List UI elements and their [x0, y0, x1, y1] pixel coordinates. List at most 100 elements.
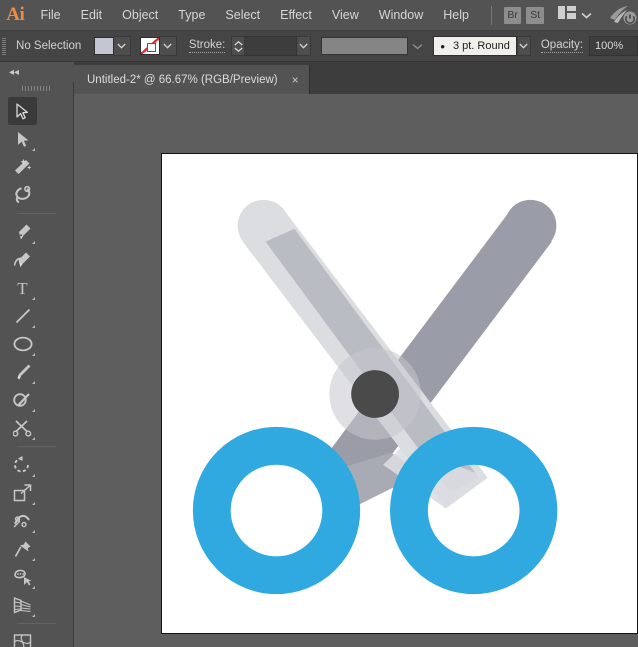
brush-dot-icon: •: [440, 40, 445, 53]
rotate-icon: [13, 456, 32, 474]
control-bar-grip[interactable]: [0, 31, 8, 62]
brush-definition-dropdown-arrow[interactable]: [517, 36, 531, 56]
close-icon[interactable]: ×: [292, 74, 299, 86]
magic-wand-icon: [13, 158, 32, 176]
scissors-artwork[interactable]: [162, 154, 637, 633]
tools-panel-grip[interactable]: [0, 82, 73, 95]
tool-flyout-indicator[interactable]: [32, 325, 35, 328]
line-segment-tool[interactable]: [8, 302, 37, 330]
bridge-button[interactable]: Br: [504, 7, 522, 24]
brush-definition-field[interactable]: • 3 pt. Round: [433, 36, 516, 56]
shape-builder-tool[interactable]: [8, 563, 37, 591]
fill-color-control[interactable]: [94, 36, 131, 56]
width-icon: [13, 512, 32, 530]
illustrator-window: Ai File Edit Object Type Select Effect V…: [0, 0, 638, 647]
curvature-pen-icon: [13, 251, 32, 269]
brush-definition-value: 3 pt. Round: [453, 40, 510, 52]
document-tab[interactable]: Untitled-2* @ 66.67% (RGB/Preview) ×: [74, 65, 310, 94]
shape-builder-icon: [13, 568, 33, 586]
fill-swatch[interactable]: [94, 37, 114, 55]
tool-flyout-indicator[interactable]: [32, 437, 35, 440]
menu-object[interactable]: Object: [112, 0, 168, 31]
stroke-weight-label[interactable]: Stroke:: [189, 39, 225, 53]
perspective-grid-icon: [13, 596, 32, 614]
stroke-weight-dropdown-arrow[interactable]: [297, 36, 311, 56]
lasso-tool[interactable]: [8, 181, 37, 209]
type-tool[interactable]: T: [8, 274, 37, 302]
tool-divider: [17, 623, 56, 624]
tool-flyout-indicator[interactable]: [32, 614, 35, 617]
menu-type[interactable]: Type: [168, 0, 215, 31]
shaper-tool[interactable]: [8, 386, 37, 414]
selection-tool[interactable]: [8, 97, 37, 125]
line-icon: [14, 307, 32, 325]
tool-flyout-indicator[interactable]: [32, 409, 35, 412]
menu-help[interactable]: Help: [433, 0, 479, 31]
scale-icon: [13, 484, 32, 502]
ellipse-icon: [13, 336, 33, 352]
tool-flyout-indicator[interactable]: [32, 353, 35, 356]
svg-text:T: T: [17, 279, 28, 297]
creative-cloud-button[interactable]: [608, 4, 638, 26]
variable-width-profile-arrow[interactable]: [412, 37, 423, 55]
scale-tool[interactable]: [8, 479, 37, 507]
lasso-icon: [13, 186, 32, 204]
scissors-tool[interactable]: [8, 414, 37, 442]
type-t-icon: T: [14, 279, 31, 297]
stroke-weight-input[interactable]: [245, 36, 297, 56]
left-handle-ring[interactable]: [212, 446, 341, 575]
shaper-icon: [13, 391, 32, 409]
menu-view[interactable]: View: [322, 0, 369, 31]
stroke-color-control[interactable]: [140, 36, 177, 56]
tool-flyout-indicator[interactable]: [32, 586, 35, 589]
pivot-screw[interactable]: [351, 370, 399, 418]
selection-status-label: No Selection: [16, 40, 90, 52]
tools-grid: T: [0, 95, 73, 647]
rotate-tool[interactable]: [8, 451, 37, 479]
pen-tool[interactable]: [8, 218, 37, 246]
menu-window[interactable]: Window: [369, 0, 433, 31]
stroke-weight-stepper[interactable]: [231, 36, 245, 56]
tool-flyout-indicator[interactable]: [32, 148, 35, 151]
tool-divider: [17, 446, 56, 447]
direct-selection-tool[interactable]: [8, 125, 37, 153]
opacity-input[interactable]: 100%: [589, 36, 638, 56]
tool-flyout-indicator[interactable]: [32, 241, 35, 244]
tool-flyout-indicator[interactable]: [32, 558, 35, 561]
fill-dropdown-arrow[interactable]: [114, 36, 131, 56]
opacity-label[interactable]: Opacity:: [541, 39, 583, 53]
panel-collapse-button[interactable]: ◂◂: [0, 62, 74, 82]
ellipse-tool[interactable]: [8, 330, 37, 358]
menu-edit[interactable]: Edit: [71, 0, 113, 31]
workspace-switcher[interactable]: [558, 6, 592, 24]
menu-effect[interactable]: Effect: [270, 0, 322, 31]
variable-width-profile-field[interactable]: [321, 37, 408, 55]
artboard[interactable]: [161, 153, 638, 634]
pen-nib-icon: [14, 223, 32, 241]
width-tool[interactable]: [8, 507, 37, 535]
tool-flyout-indicator[interactable]: [32, 474, 35, 477]
stock-button[interactable]: St: [526, 7, 544, 24]
tool-flyout-indicator[interactable]: [32, 530, 35, 533]
selection-arrow-icon: [15, 103, 30, 120]
chevron-down-icon: [581, 6, 592, 24]
menu-file[interactable]: File: [30, 0, 70, 31]
magic-wand-tool[interactable]: [8, 153, 37, 181]
tool-flyout-indicator[interactable]: [32, 297, 35, 300]
pushpin-icon: [14, 540, 32, 558]
stroke-swatch-none[interactable]: [140, 37, 160, 55]
mesh-tool[interactable]: [8, 628, 37, 647]
perspective-grid-tool[interactable]: [8, 591, 37, 619]
document-tab-title: Untitled-2* @ 66.67% (RGB/Preview): [87, 74, 278, 86]
tool-divider: [17, 213, 56, 214]
canvas-workspace[interactable]: [74, 94, 638, 647]
menu-select[interactable]: Select: [215, 0, 270, 31]
free-transform-tool[interactable]: [8, 535, 37, 563]
tool-flyout-indicator[interactable]: [32, 381, 35, 384]
tool-flyout-indicator[interactable]: [32, 502, 35, 505]
stroke-dropdown-arrow[interactable]: [160, 36, 177, 56]
curvature-tool[interactable]: [8, 246, 37, 274]
mesh-icon: [13, 633, 32, 647]
paintbrush-tool[interactable]: [8, 358, 37, 386]
app-logo: Ai: [0, 0, 30, 31]
